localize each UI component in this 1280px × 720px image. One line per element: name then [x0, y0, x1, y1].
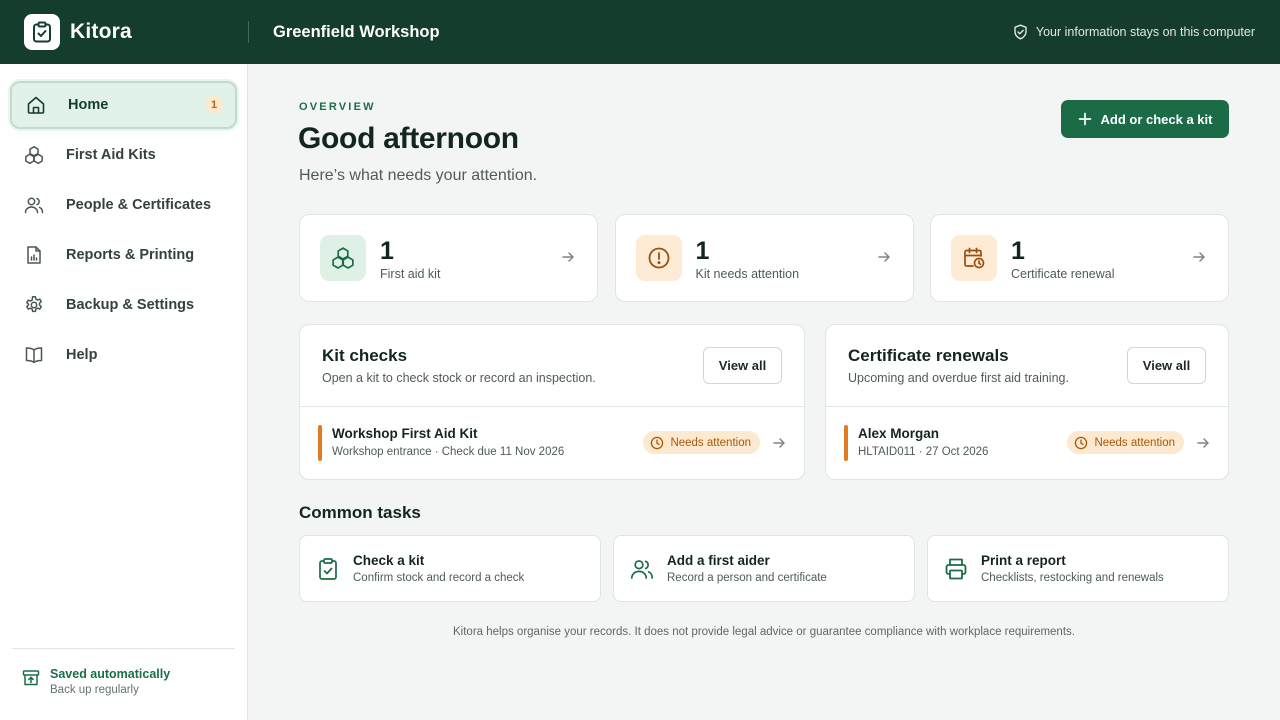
page-title: Good afternoon	[298, 122, 519, 155]
stat-value: 1	[1011, 237, 1025, 265]
sidebar-nav: Home 1 First Aid Kits People & Certifica…	[0, 64, 247, 379]
check-a-kit-task[interactable]: Check a kit Confirm stock and record a c…	[299, 535, 601, 602]
report-icon	[24, 245, 44, 265]
attention-indicator	[844, 425, 848, 461]
sidebar-item-label: Home	[68, 97, 109, 113]
panel-subtitle: Open a kit to check stock or record an i…	[322, 371, 596, 385]
task-subtitle: Checklists, restocking and renewals	[981, 572, 1164, 584]
sidebar-item-home[interactable]: Home 1	[10, 81, 237, 129]
add-a-first-aider-task[interactable]: Add a first aider Record a person and ce…	[613, 535, 915, 602]
alert-circle-icon	[635, 235, 682, 281]
kit-meta: Workshop entrance · Check due 11 Nov 202…	[332, 446, 565, 458]
common-tasks-title: Common tasks	[299, 503, 421, 522]
sidebar-item-help[interactable]: Help	[10, 331, 237, 379]
attention-indicator	[318, 425, 322, 461]
common-tasks: Check a kit Confirm stock and record a c…	[299, 535, 1229, 602]
arrow-right-icon	[561, 250, 575, 264]
printer-icon	[943, 556, 969, 582]
sidebar-item-label: First Aid Kits	[66, 147, 156, 163]
save-status-subtitle: Back up regularly	[50, 684, 139, 696]
main-content: OVERVIEW Good afternoon Here’s what need…	[248, 64, 1280, 720]
sidebar-item-label: Help	[66, 347, 98, 363]
sidebar-item-reports-printing[interactable]: Reports & Printing	[10, 231, 237, 279]
person-name: Alex Morgan	[858, 426, 940, 441]
stat-card-first-aid-kits[interactable]: 1 First aid kit	[299, 214, 598, 302]
task-title: Print a report	[981, 553, 1066, 568]
view-all-kits-button[interactable]: View all	[703, 347, 782, 384]
people-icon	[24, 195, 44, 215]
sidebar-item-label: Reports & Printing	[66, 247, 195, 263]
panel-subtitle: Upcoming and overdue first aid training.	[848, 371, 1069, 385]
stat-cards: 1 First aid kit 1 Kit needs attention 1 …	[299, 214, 1229, 302]
stat-value: 1	[695, 237, 710, 265]
section-eyebrow: OVERVIEW	[299, 101, 376, 113]
gear-icon	[24, 295, 44, 315]
task-title: Check a kit	[353, 553, 425, 568]
list-item[interactable]: Workshop First Aid Kit Workshop entrance…	[318, 425, 786, 461]
panel-divider	[826, 406, 1228, 407]
task-subtitle: Record a person and certificate	[667, 572, 827, 584]
header-divider	[248, 21, 249, 43]
brand[interactable]: Kitora	[0, 0, 248, 64]
stat-card-certificate-renewal[interactable]: 1 Certificate renewal	[930, 214, 1229, 302]
arrow-right-icon	[1196, 436, 1210, 450]
add-or-check-kit-button[interactable]: Add or check a kit	[1061, 100, 1229, 138]
top-bar: Kitora Greenfield Workshop Your informat…	[0, 0, 1280, 64]
status-badge: Needs attention	[643, 431, 760, 454]
save-status-title: Saved automatically	[50, 667, 171, 681]
kit-name: Workshop First Aid Kit	[332, 426, 478, 441]
view-all-certificates-button[interactable]: View all	[1127, 347, 1206, 384]
notification-badge: 1	[205, 96, 223, 114]
stat-value: 1	[380, 237, 394, 265]
sidebar-item-first-aid-kits[interactable]: First Aid Kits	[10, 131, 237, 179]
kit-checks-panel: Kit checks Open a kit to check stock or …	[299, 324, 805, 480]
clipboard-check-icon	[315, 556, 341, 582]
sidebar-item-backup-settings[interactable]: Backup & Settings	[10, 281, 237, 329]
status-badge-label: Needs attention	[670, 436, 751, 449]
sidebar-item-label: Backup & Settings	[66, 297, 195, 313]
sidebar-item-label: People & Certificates	[66, 197, 212, 213]
kits-icon	[24, 145, 44, 165]
certificate-meta: HLTAID011 · 27 Oct 2026	[858, 446, 989, 458]
arrow-right-icon	[1192, 250, 1206, 264]
privacy-note: Your information stays on this computer	[1013, 0, 1255, 64]
people-icon	[629, 556, 655, 582]
page-subtitle: Here’s what needs your attention.	[299, 167, 538, 184]
sidebar: Home 1 First Aid Kits People & Certifica…	[0, 64, 248, 720]
save-status: Saved automatically Back up regularly	[12, 648, 235, 720]
panel-divider	[300, 406, 804, 407]
privacy-note-text: Your information stays on this computer	[1035, 25, 1255, 39]
workspace-name: Greenfield Workshop	[273, 22, 440, 41]
archive-upload-icon	[22, 669, 40, 687]
arrow-right-icon	[877, 250, 891, 264]
calendar-clock-icon	[951, 235, 997, 281]
add-or-check-kit-label: Add or check a kit	[1100, 111, 1213, 127]
plus-icon	[1078, 112, 1092, 126]
list-item[interactable]: Alex Morgan HLTAID011 · 27 Oct 2026 Need…	[844, 425, 1210, 461]
status-badge-label: Needs attention	[1094, 436, 1175, 449]
sidebar-item-people-certificates[interactable]: People & Certificates	[10, 181, 237, 229]
kits-icon	[320, 235, 366, 281]
stat-label: First aid kit	[380, 267, 441, 281]
save-status-text: Saved automatically Back up regularly	[50, 667, 170, 720]
print-a-report-task[interactable]: Print a report Checklists, restocking an…	[927, 535, 1229, 602]
stat-label: Certificate renewal	[1011, 267, 1115, 281]
stat-card-kit-needs-attention[interactable]: 1 Kit needs attention	[614, 214, 914, 302]
disclaimer: Kitora helps organise your records. It d…	[453, 626, 1075, 638]
task-title: Add a first aider	[667, 553, 770, 568]
status-badge: Needs attention	[1067, 431, 1184, 454]
shield-check-icon	[1013, 24, 1028, 40]
panel-title: Kit checks	[322, 346, 408, 365]
certificate-renewals-panel: Certificate renewals Upcoming and overdu…	[825, 324, 1229, 480]
clock-icon	[1074, 436, 1088, 450]
arrow-right-icon	[772, 436, 786, 450]
home-icon	[26, 95, 46, 115]
app-name: Kitora	[70, 20, 132, 43]
panel-title: Certificate renewals	[848, 346, 1009, 365]
task-subtitle: Confirm stock and record a check	[353, 572, 525, 584]
book-icon	[24, 345, 44, 365]
stat-label: Kit needs attention	[695, 267, 800, 281]
app-logo-icon	[24, 14, 60, 50]
clock-icon	[650, 436, 664, 450]
